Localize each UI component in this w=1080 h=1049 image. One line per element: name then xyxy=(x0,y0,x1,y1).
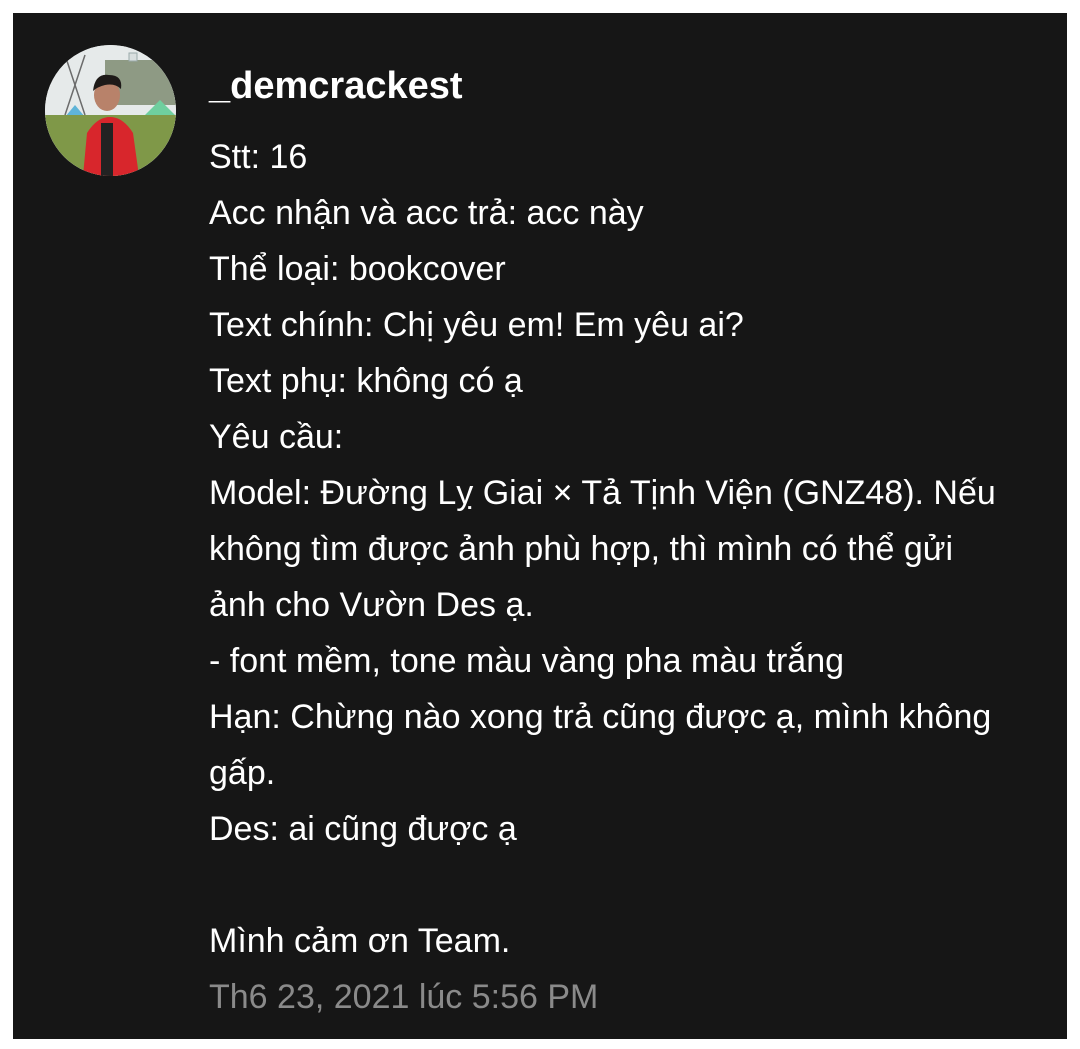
comment-card: _demcrackest Stt: 16 Acc nhận và acc trả… xyxy=(13,13,1067,1039)
comment-line: gấp. xyxy=(209,754,276,792)
comment-line: ảnh cho Vườn Des ạ. xyxy=(209,586,534,624)
comment-line: Stt: 16 xyxy=(209,138,308,176)
comment-line: - font mềm, tone màu vàng pha màu trắng xyxy=(209,642,845,680)
comment-content: _demcrackest Stt: 16 Acc nhận và acc trả… xyxy=(209,63,1054,1023)
comment-line: Text chính: Chị yêu em! Em yêu ai? xyxy=(209,306,744,344)
comment-line: Mình cảm ơn Team. xyxy=(209,922,511,960)
comment-line: Yêu cầu: xyxy=(209,418,344,456)
comment-line: không tìm được ảnh phù hợp, thì mình có … xyxy=(209,530,954,568)
username[interactable]: _demcrackest xyxy=(209,63,1054,109)
comment-line: Model: Đường Lỵ Giai × Tả Tịnh Viện (GNZ… xyxy=(209,474,996,512)
comment-line: Thể loại: bookcover xyxy=(209,250,506,288)
timestamp: Th6 23, 2021 lúc 5:56 PM xyxy=(209,978,599,1016)
profile-photo-icon xyxy=(45,45,176,176)
comment-line: Acc nhận và acc trả: acc này xyxy=(209,194,644,232)
comment-body: Stt: 16 Acc nhận và acc trả: acc này Thể… xyxy=(209,129,1054,969)
comment-line: Des: ai cũng được ạ xyxy=(209,810,517,848)
comment-line-blank xyxy=(209,857,1054,913)
comment-line: Hạn: Chừng nào xong trả cũng được ạ, mìn… xyxy=(209,698,992,736)
comment-line: Text phụ: không có ạ xyxy=(209,362,523,400)
avatar[interactable] xyxy=(45,45,176,176)
